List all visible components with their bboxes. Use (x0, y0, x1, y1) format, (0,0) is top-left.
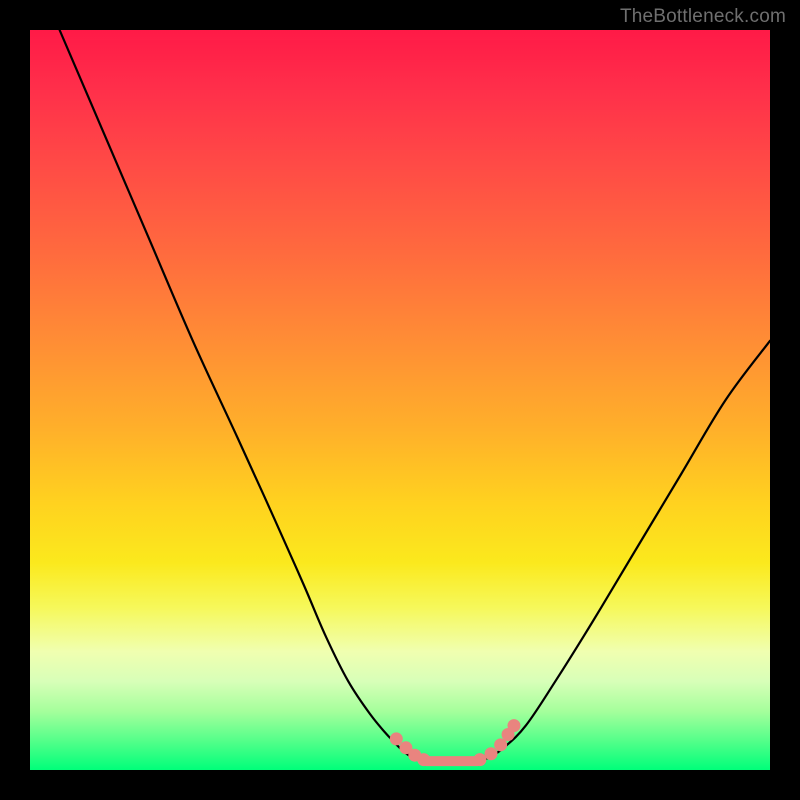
data-marker (507, 719, 520, 732)
watermark-text: TheBottleneck.com (620, 6, 786, 28)
chart-svg (30, 30, 770, 770)
data-marker (417, 753, 430, 766)
chart-frame: TheBottleneck.com (0, 0, 800, 800)
data-marker (485, 747, 498, 760)
left-curve (60, 30, 415, 759)
data-marker (390, 732, 403, 745)
plot-area (30, 30, 770, 770)
data-marker (473, 753, 486, 766)
right-curve (489, 341, 770, 758)
